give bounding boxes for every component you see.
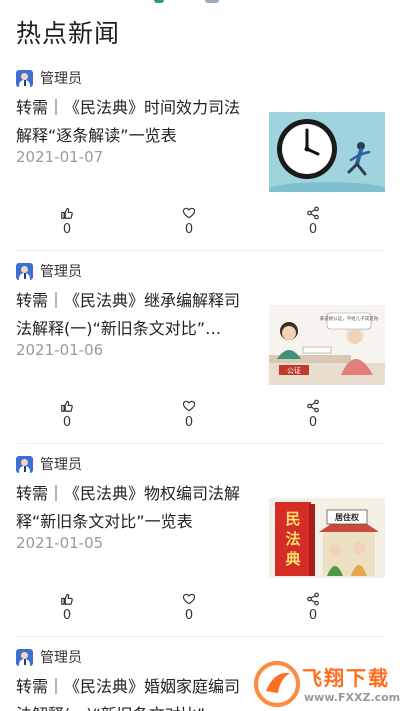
notary-sign: 公证 (287, 367, 301, 375)
action-bar: 0 0 0 (0, 399, 400, 435)
favorite-button[interactable]: 0 (169, 399, 209, 431)
share-icon (307, 592, 319, 606)
news-date: 2021-01-07 (16, 148, 104, 166)
news-title[interactable]: 转需｜《民法典》物权编司法解释“新旧条文对比”一览表 (16, 480, 254, 536)
share-count: 0 (308, 608, 318, 623)
admin-avatar-icon (16, 69, 33, 87)
admin-avatar-icon (16, 648, 33, 666)
book-title-char: 法 (285, 530, 300, 548)
status-mark (205, 0, 219, 3)
favorite-button[interactable]: 0 (169, 206, 209, 238)
news-title[interactable]: 转需｜《民法典》婚姻家庭编司法解释(一)“新旧条文对比” (16, 673, 254, 711)
news-title[interactable]: 转需｜《民法典》继承编解释司法解释(一)“新旧条文对比”… (16, 287, 254, 343)
favorite-button[interactable]: 0 (169, 592, 209, 624)
author-name: 管理员 (40, 457, 82, 473)
like-count: 0 (62, 415, 72, 430)
share-button[interactable]: 0 (293, 206, 333, 238)
share-button[interactable]: 0 (293, 399, 333, 431)
heart-icon (182, 593, 196, 605)
news-date: 2021-01-06 (16, 341, 104, 359)
news-thumbnail[interactable]: 来说继公证，平给儿子或是你 公证 (269, 305, 385, 385)
thumbs-up-icon (61, 400, 73, 412)
news-title[interactable]: 转需｜《民法典》时间效力司法解释“逐条解读”一览表 (16, 94, 254, 150)
watermark-logo-icon (254, 661, 300, 707)
author-row: 管理员 (16, 68, 82, 88)
favorite-count: 0 (184, 608, 194, 623)
share-icon (307, 206, 319, 220)
author-row: 管理员 (16, 647, 82, 667)
action-bar: 0 0 0 (0, 206, 400, 242)
heart-icon (182, 207, 196, 219)
share-button[interactable]: 0 (293, 592, 333, 624)
like-button[interactable]: 0 (47, 206, 87, 238)
page-title: 热点新闻 (16, 19, 121, 48)
news-thumbnail[interactable]: 民 法 典 居住权 (269, 498, 385, 578)
author-row: 管理员 (16, 454, 82, 474)
like-button[interactable]: 0 (47, 399, 87, 431)
thumbs-up-icon (61, 207, 73, 219)
share-count: 0 (308, 415, 318, 430)
admin-avatar-icon (16, 262, 33, 280)
author-name: 管理员 (40, 264, 82, 280)
like-count: 0 (62, 222, 72, 237)
speech-bubble-text: 来说继公证，平给儿子或是你 (320, 315, 379, 322)
share-count: 0 (308, 222, 318, 237)
heart-icon (182, 400, 196, 412)
favorite-count: 0 (184, 222, 194, 237)
book-title-char: 典 (285, 550, 300, 568)
book-title-char: 民 (285, 510, 300, 528)
thumbs-up-icon (61, 593, 73, 605)
author-name: 管理员 (40, 71, 82, 87)
news-date: 2021-01-05 (16, 534, 104, 552)
status-mark (154, 0, 164, 3)
news-card[interactable]: 管理员 转需｜《民法典》继承编解释司法解释(一)“新旧条文对比”… 2021-0… (0, 251, 400, 444)
site-watermark: 飞翔下载 www.FXXZ.com (252, 658, 400, 711)
status-bar-remnant (0, 0, 400, 6)
news-thumbnail[interactable] (269, 112, 385, 192)
author-row: 管理员 (16, 261, 82, 281)
like-button[interactable]: 0 (47, 592, 87, 624)
action-bar: 0 0 0 (0, 592, 400, 628)
admin-avatar-icon (16, 455, 33, 473)
news-card[interactable]: 管理员 转需｜《民法典》物权编司法解释“新旧条文对比”一览表 2021-01-0… (0, 444, 400, 637)
watermark-title: 飞翔下载 (302, 666, 390, 690)
like-count: 0 (62, 608, 72, 623)
watermark-url: www.FXXZ.com (304, 691, 400, 704)
author-name: 管理员 (40, 650, 82, 666)
share-icon (307, 399, 319, 413)
news-card[interactable]: 管理员 转需｜《民法典》时间效力司法解释“逐条解读”一览表 2021-01-07… (0, 58, 400, 251)
house-sign: 居住权 (335, 512, 360, 522)
favorite-count: 0 (184, 415, 194, 430)
